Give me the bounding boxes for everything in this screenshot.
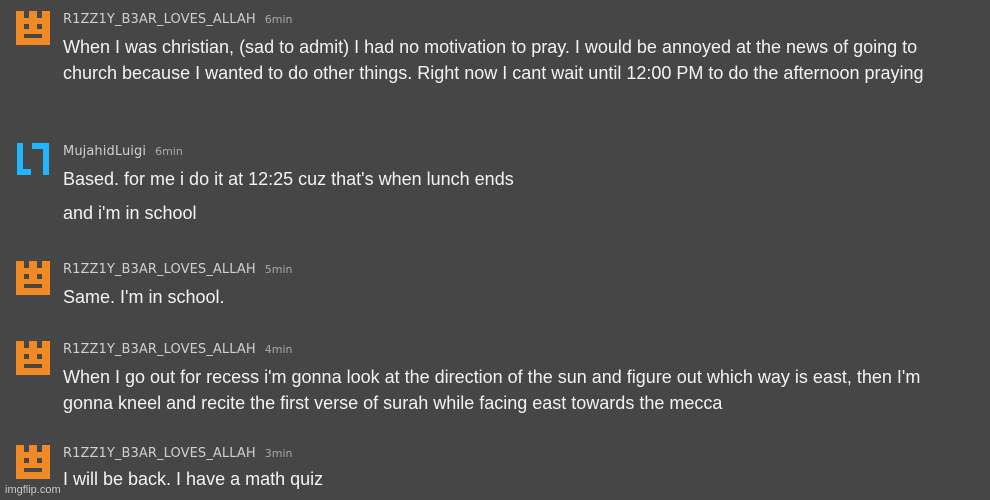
- comment-text: Based. for me i do it at 12:25 cuz that'…: [63, 169, 514, 189]
- orange-pixel-face-icon: [16, 341, 50, 375]
- comment-body: Same. I'm in school.: [63, 284, 968, 318]
- timestamp: 6min: [264, 13, 293, 26]
- username[interactable]: R1ZZ1Y_B3AR_LOVES_ALLAH: [63, 342, 256, 357]
- timestamp: 3min: [264, 447, 293, 460]
- comment-text: When I was christian, (sad to admit) I h…: [63, 37, 924, 83]
- comment-text: and i'm in school: [63, 203, 197, 223]
- comment-meta: R1ZZ1Y_B3AR_LOVES_ALLAH 4min: [63, 340, 292, 360]
- username[interactable]: MujahidLuigi: [63, 144, 146, 159]
- timestamp: 4min: [264, 343, 293, 356]
- blue-bracket-logo-icon: [17, 143, 49, 175]
- comment-body: I will be back. I have a math quiz: [63, 466, 968, 500]
- username[interactable]: R1ZZ1Y_B3AR_LOVES_ALLAH: [63, 446, 256, 461]
- orange-pixel-face-icon: [16, 11, 50, 45]
- avatar[interactable]: [15, 10, 51, 46]
- comment-meta: R1ZZ1Y_B3AR_LOVES_ALLAH 5min: [63, 260, 292, 280]
- imgflip-watermark: imgflip.com: [5, 484, 61, 496]
- comment-text: When I go out for recess i'm gonna look …: [63, 367, 921, 413]
- comment-body: When I was christian, (sad to admit) I h…: [63, 34, 968, 94]
- comment-meta: MujahidLuigi 6min: [63, 142, 183, 162]
- comment-body: When I go out for recess i'm gonna look …: [63, 364, 968, 424]
- timestamp: 5min: [264, 263, 293, 276]
- username[interactable]: R1ZZ1Y_B3AR_LOVES_ALLAH: [63, 12, 256, 27]
- comment-meta: R1ZZ1Y_B3AR_LOVES_ALLAH 3min: [63, 444, 292, 464]
- avatar[interactable]: [15, 340, 51, 376]
- comment-body: Based. for me i do it at 12:25 cuz that'…: [63, 166, 968, 234]
- username[interactable]: R1ZZ1Y_B3AR_LOVES_ALLAH: [63, 262, 256, 277]
- orange-pixel-face-icon: [16, 261, 50, 295]
- comment-meta: R1ZZ1Y_B3AR_LOVES_ALLAH 6min: [63, 10, 292, 30]
- comment-feed: R1ZZ1Y_B3AR_LOVES_ALLAH 6min When I was c…: [0, 0, 990, 500]
- comment-text: I will be back. I have a math quiz: [63, 469, 324, 489]
- avatar[interactable]: [15, 142, 51, 178]
- timestamp: 6min: [155, 145, 183, 158]
- orange-pixel-face-icon: [16, 445, 50, 479]
- avatar[interactable]: [15, 444, 51, 480]
- comment-text: Same. I'm in school.: [63, 287, 225, 307]
- avatar[interactable]: [15, 260, 51, 296]
